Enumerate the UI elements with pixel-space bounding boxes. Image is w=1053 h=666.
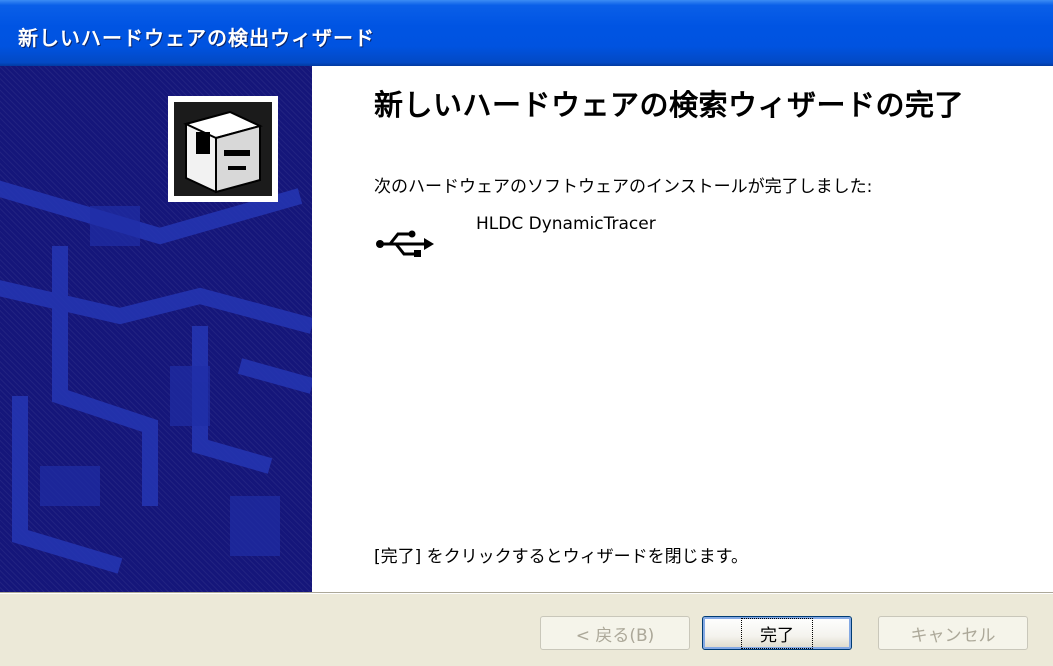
wizard-window: 新しいハードウェアの検出ウィザード 新しいハードウェアの検索ウィザードの完了 次…	[0, 0, 1053, 666]
side-panel	[0, 66, 312, 594]
page-title: 新しいハードウェアの検索ウィザードの完了	[374, 88, 965, 122]
title-bar[interactable]: 新しいハードウェアの検出ウィザード	[0, 0, 1053, 66]
finish-button-label: 完了	[741, 617, 813, 649]
back-button[interactable]: < 戻る(B)	[540, 616, 690, 650]
device-name: HLDC DynamicTracer	[476, 214, 656, 234]
finish-button[interactable]: 完了	[702, 616, 852, 650]
hardware-box-icon	[168, 96, 278, 202]
window-title: 新しいハードウェアの検出ウィザード	[18, 26, 375, 50]
completion-message: 次のハードウェアのソフトウェアのインストールが完了しました:	[374, 177, 873, 197]
cancel-button[interactable]: キャンセル	[878, 616, 1028, 650]
close-instruction: [完了] をクリックするとウィザードを閉じます。	[374, 547, 748, 567]
usb-icon	[374, 226, 434, 262]
